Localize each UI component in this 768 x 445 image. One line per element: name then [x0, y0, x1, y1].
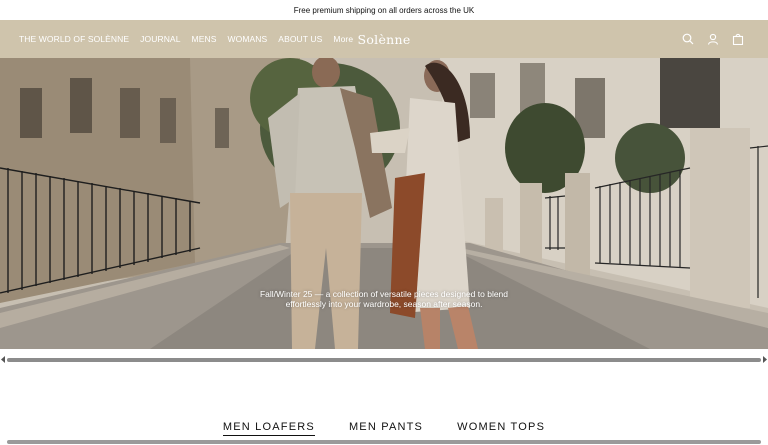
bag-icon[interactable] [731, 33, 744, 46]
hero-caption: Fall/Winter 25 — a collection of versati… [0, 289, 768, 309]
tab-men-loafers[interactable]: MEN LOAFERS [222, 421, 315, 436]
main-navigation: THE WORLD OF SOLÈNNE JOURNAL MENS WOMANS… [0, 20, 768, 58]
tab-women-tops[interactable]: WOMEN TOPS [457, 421, 545, 435]
hero-scrollbar[interactable] [0, 355, 768, 364]
products-scrollbar[interactable] [0, 439, 768, 445]
products-scroll-thumb[interactable] [7, 440, 761, 444]
nav-link-journal[interactable]: JOURNAL [140, 34, 180, 44]
hero-banner[interactable]: Fall/Winter 25 — a collection of versati… [0, 58, 768, 349]
nav-link-mens[interactable]: MENS [192, 34, 217, 44]
hero-caption-line-2: effortlessly into your wardrobe, season … [285, 299, 483, 309]
nav-link-world-of-solenne[interactable]: THE WORLD OF SOLÈNNE [19, 34, 129, 44]
scroll-right-arrow-icon[interactable] [761, 355, 768, 364]
brand-logo[interactable]: Solènne [357, 32, 410, 47]
scroll-track[interactable] [7, 357, 761, 362]
search-icon[interactable] [681, 33, 694, 46]
scroll-thumb[interactable] [7, 357, 761, 362]
announcement-bar: Free premium shipping on all orders acro… [0, 0, 768, 20]
nav-link-about-us[interactable]: ABOUT US [278, 34, 322, 44]
scroll-left-arrow-icon[interactable] [0, 355, 7, 364]
nav-links: THE WORLD OF SOLÈNNE JOURNAL MENS WOMANS… [19, 20, 364, 58]
tab-men-pants[interactable]: MEN PANTS [349, 421, 423, 435]
hero-caption-line-1: Fall/Winter 25 — a collection of versati… [259, 289, 509, 299]
announcement-text: Free premium shipping on all orders acro… [293, 5, 475, 15]
nav-icons [669, 20, 744, 58]
account-icon[interactable] [706, 33, 719, 46]
nav-link-womans[interactable]: WOMANS [228, 34, 268, 44]
nav-link-more[interactable]: More [333, 34, 353, 44]
product-category-tabs: MEN LOAFERS MEN PANTS WOMEN TOPS [0, 419, 768, 437]
